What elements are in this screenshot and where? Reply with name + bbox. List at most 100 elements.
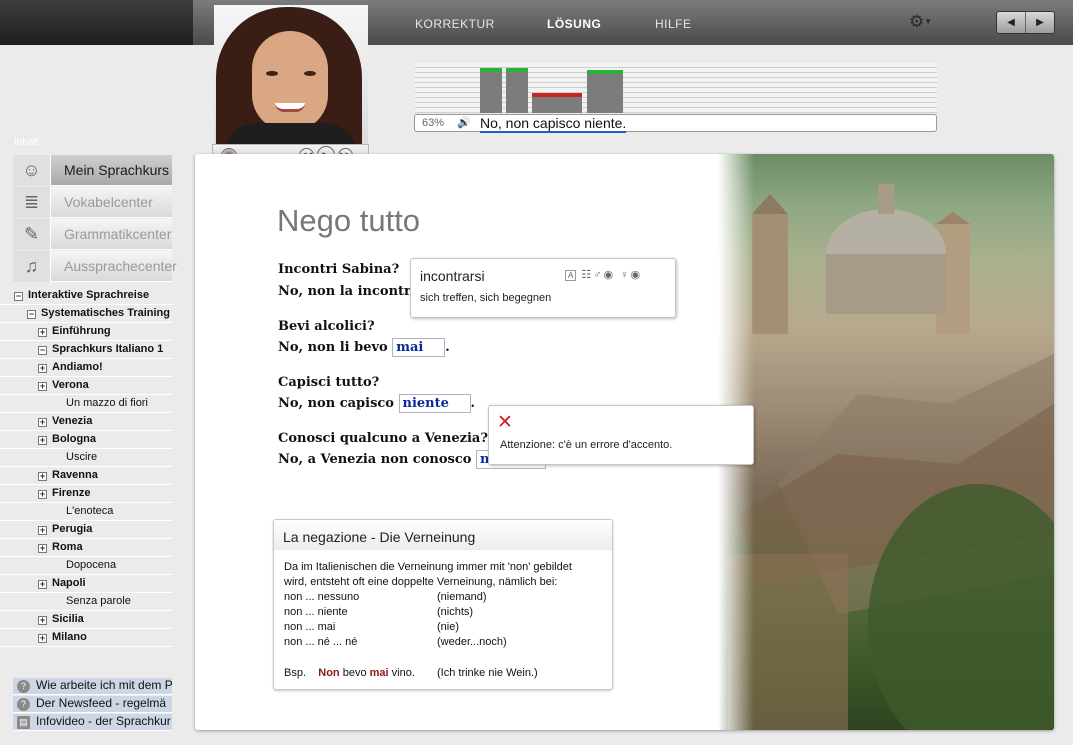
tree-item[interactable]: + Einführung bbox=[0, 323, 172, 341]
vocab-translation: sich treffen, sich begegnen bbox=[420, 292, 552, 304]
tree-item-label: Perugia bbox=[52, 523, 93, 535]
table-icon[interactable]: ☷ bbox=[581, 269, 593, 281]
grammar-example: Bsp. Non bevo mai vino. bbox=[284, 666, 415, 681]
page-navigation: ◀ ▶ bbox=[996, 11, 1055, 34]
sidebar-heading: Inhalt bbox=[14, 137, 39, 148]
tree-item-label: Interaktive Sprachreise bbox=[28, 289, 150, 301]
tree-item[interactable]: Dopocena bbox=[0, 557, 172, 575]
sidebar-item-label: Mein Sprachkurs bbox=[64, 162, 170, 178]
tree-item[interactable]: + Andiamo! bbox=[0, 359, 172, 377]
tree-item[interactable]: Un mazzo di fiori bbox=[0, 395, 172, 413]
expand-icon[interactable]: + bbox=[38, 364, 47, 373]
expand-icon[interactable]: + bbox=[38, 580, 47, 589]
female-icon[interactable]: ♀ bbox=[620, 269, 630, 281]
tree-item-label: Napoli bbox=[52, 577, 86, 589]
pronunciation-bar bbox=[480, 68, 502, 113]
tutor-mouth bbox=[275, 103, 305, 112]
answer-prefix-3: No, non capisco bbox=[278, 396, 394, 411]
menu-loesung[interactable]: LÖSUNG bbox=[547, 17, 601, 31]
tree-item[interactable]: + Milano bbox=[0, 629, 172, 647]
tutor-face bbox=[252, 31, 328, 131]
grammar-rule-de: (nie) bbox=[437, 621, 460, 633]
words-icon: ≣ bbox=[13, 187, 51, 218]
exercise-title: Nego tutto bbox=[277, 203, 421, 238]
tree-item[interactable]: + Roma bbox=[0, 539, 172, 557]
expand-icon[interactable]: + bbox=[38, 526, 47, 535]
expand-icon[interactable]: + bbox=[38, 382, 47, 391]
menu-korrektur[interactable]: KORREKTUR bbox=[415, 17, 495, 31]
answer-input-2[interactable]: mai bbox=[392, 338, 446, 357]
answer-prefix-1: No, non la incontro bbox=[278, 284, 420, 299]
sidebar-item-mein-sprachkurs[interactable]: ☺ Mein Sprachkurs bbox=[13, 155, 172, 186]
answer-suffix-2: . bbox=[445, 340, 450, 355]
tree-item[interactable]: + Ravenna bbox=[0, 467, 172, 485]
tree-item[interactable]: Senza parole bbox=[0, 593, 172, 611]
tree-item[interactable]: − Systematisches Training bbox=[0, 305, 172, 323]
tree-item-label: L'enoteca bbox=[66, 505, 114, 517]
collapse-icon[interactable]: − bbox=[38, 346, 47, 355]
pronunciation-bar bbox=[532, 93, 582, 113]
tree-item[interactable]: + Perugia bbox=[0, 521, 172, 539]
collapse-icon[interactable]: − bbox=[27, 310, 36, 319]
tree-item-label: Dopocena bbox=[66, 559, 117, 571]
expand-icon[interactable]: + bbox=[38, 328, 47, 337]
tutor-portrait bbox=[214, 5, 368, 145]
help-link[interactable]: ▤ Infovideo - der Sprachkur bbox=[13, 714, 172, 731]
tutor-shirt bbox=[226, 123, 356, 145]
menu-hilfe[interactable]: HILFE bbox=[655, 17, 692, 31]
tree-item[interactable]: + Venezia bbox=[0, 413, 172, 431]
help-link[interactable]: ? Der Newsfeed - regelmä bbox=[13, 696, 172, 713]
speaker-icon[interactable]: 🔊 bbox=[457, 116, 471, 129]
answer-line-3: No, non capisco niente. bbox=[278, 394, 475, 413]
sidebar-item-grammatikcenter[interactable]: ✎ Grammatikcenter bbox=[13, 219, 172, 250]
tree-item-label: Un mazzo di fiori bbox=[66, 397, 148, 409]
score-percent: 63% bbox=[422, 117, 445, 129]
expand-icon[interactable]: + bbox=[38, 634, 47, 643]
gear-icon[interactable]: ⚙▼ bbox=[909, 12, 939, 32]
example-label: Bsp. bbox=[284, 667, 307, 679]
vocab-tool-icons: A ☷♂◉ ♀◉ bbox=[565, 268, 642, 281]
tree-item-label: Senza parole bbox=[66, 595, 131, 607]
question-4: Conosci qualcuno a Venezia? bbox=[278, 431, 488, 446]
expand-icon[interactable]: + bbox=[38, 472, 47, 481]
expand-icon[interactable]: + bbox=[38, 436, 47, 445]
pronunciation-bar bbox=[587, 70, 623, 113]
tree-item-label: Milano bbox=[52, 631, 87, 643]
text-icon[interactable]: A bbox=[565, 270, 577, 281]
tree-item[interactable]: Uscire bbox=[0, 449, 172, 467]
recognized-text: No, non capisco niente. bbox=[480, 115, 627, 133]
speaker-icon[interactable]: ◉ bbox=[604, 269, 616, 281]
tree-item[interactable]: + Napoli bbox=[0, 575, 172, 593]
next-arrow-icon[interactable]: ▶ bbox=[1026, 12, 1054, 33]
expand-icon[interactable]: + bbox=[38, 616, 47, 625]
male-icon[interactable]: ♂ bbox=[593, 269, 603, 281]
tree-item[interactable]: − Sprachkurs Italiano 1 bbox=[0, 341, 172, 359]
answer-input-3[interactable]: niente bbox=[398, 394, 471, 413]
tree-row-divider bbox=[0, 646, 172, 647]
sidebar-item-vokabelcenter[interactable]: ≣ Vokabelcenter bbox=[13, 187, 172, 218]
tutor-eye bbox=[304, 71, 316, 76]
tree-item-label: Bologna bbox=[52, 433, 96, 445]
tree-item[interactable]: L'enoteca bbox=[0, 503, 172, 521]
film-icon: ▤ bbox=[17, 716, 30, 729]
tree-item-label: Roma bbox=[52, 541, 83, 553]
tree-item[interactable]: − Interaktive Sprachreise bbox=[0, 287, 172, 305]
tree-item[interactable]: + Firenze bbox=[0, 485, 172, 503]
help-link[interactable]: ? Wie arbeite ich mit dem P bbox=[13, 678, 172, 695]
tree-item-label: Venezia bbox=[52, 415, 93, 427]
collapse-icon[interactable]: − bbox=[14, 292, 23, 301]
tree-item-label: Ravenna bbox=[52, 469, 98, 481]
speaker-icon[interactable]: ◉ bbox=[630, 269, 642, 281]
sidebar-item-aussprachecenter[interactable]: ♫ Aussprachecenter bbox=[13, 251, 177, 282]
expand-icon[interactable]: + bbox=[38, 490, 47, 499]
tree-item[interactable]: + Bologna bbox=[0, 431, 172, 449]
expand-icon[interactable]: + bbox=[38, 544, 47, 553]
answer-suffix-3: . bbox=[470, 396, 476, 411]
close-icon[interactable]: ✕ bbox=[497, 411, 513, 434]
previous-arrow-icon[interactable]: ◀ bbox=[997, 12, 1026, 33]
vocab-popup: incontrarsi A ☷♂◉ ♀◉ sich treffen, sich … bbox=[410, 258, 676, 318]
grammar-title: La negazione - Die Verneinung bbox=[274, 520, 612, 550]
tree-item[interactable]: + Sicilia bbox=[0, 611, 172, 629]
expand-icon[interactable]: + bbox=[38, 418, 47, 427]
tree-item[interactable]: + Verona bbox=[0, 377, 172, 395]
